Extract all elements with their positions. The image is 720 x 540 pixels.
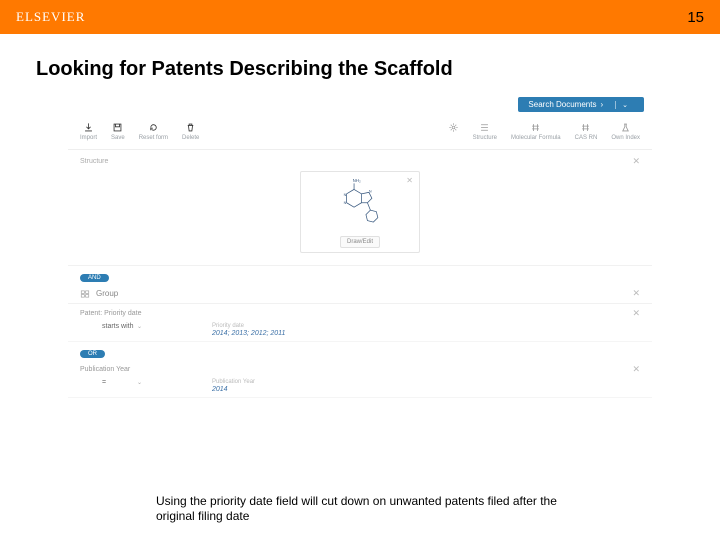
close-icon[interactable]: ✕ — [632, 364, 640, 375]
svg-text:N: N — [344, 201, 347, 205]
reset-form-button[interactable]: Reset form — [139, 122, 168, 141]
orange-topbar: ELSEVIER 15 — [0, 0, 720, 34]
structure-panel-label: Structure — [80, 158, 108, 165]
app-screenshot: Search Documents › ⌄ Import Save Reset f… — [68, 91, 652, 398]
field-label: Publication Year — [212, 379, 255, 385]
chevron-down-icon: ⌄ — [137, 379, 142, 386]
priority-date-title: Patent: Priority date — [80, 310, 141, 317]
brand-text: ELSEVIER — [16, 9, 85, 25]
gear-button[interactable] — [448, 122, 459, 141]
delete-button[interactable]: Delete — [182, 122, 199, 141]
structure-panel: Structure ✕ ✕ NH₂ N N N — [68, 150, 652, 266]
publication-year-filter: Publication Year ✕ = ⌄ Publication Year … — [68, 360, 652, 398]
search-documents-button[interactable]: Search Documents › ⌄ — [518, 97, 644, 112]
reset-label: Reset form — [139, 135, 168, 141]
close-icon[interactable]: ✕ — [632, 288, 640, 299]
trash-icon — [185, 122, 196, 133]
group-icon — [80, 289, 90, 299]
svg-text:N: N — [369, 189, 372, 193]
chevron-right-icon: › — [600, 100, 603, 109]
save-label: Save — [111, 135, 125, 141]
structure-icon — [479, 122, 490, 133]
page-number: 15 — [687, 9, 704, 26]
field-value: 2014; 2013; 2012; 2011 — [212, 330, 285, 337]
priority-date-input[interactable]: Priority date 2014; 2013; 2012; 2011 — [212, 323, 285, 337]
save-icon — [112, 122, 123, 133]
close-icon[interactable]: ✕ — [632, 156, 640, 167]
save-button[interactable]: Save — [111, 122, 125, 141]
casrn-button[interactable]: CAS RN — [575, 122, 598, 141]
gear-icon — [448, 122, 459, 133]
close-icon[interactable]: ✕ — [406, 176, 413, 185]
logic-and-pill[interactable]: AND — [80, 274, 109, 282]
caption-text: Using the priority date field will cut d… — [156, 494, 566, 524]
flask-icon — [620, 122, 631, 133]
field-label: Priority date — [212, 323, 285, 329]
publication-year-title: Publication Year — [80, 366, 130, 373]
import-label: Import — [80, 135, 97, 141]
operator-select[interactable]: = ⌄ — [102, 379, 172, 386]
molformula-button[interactable]: Molecular Formula — [511, 122, 561, 141]
molformula-label: Molecular Formula — [511, 135, 561, 141]
structure-menu-label: Structure — [473, 135, 497, 141]
publication-year-input[interactable]: Publication Year 2014 — [212, 379, 255, 393]
app-header: Search Documents › ⌄ — [68, 91, 652, 118]
draw-edit-button[interactable]: Draw/Edit — [340, 236, 380, 248]
import-button[interactable]: Import — [80, 122, 97, 141]
slide-title: Looking for Patents Describing the Scaff… — [0, 34, 720, 91]
priority-date-filter: Patent: Priority date ✕ starts with ⌄ Pr… — [68, 304, 652, 342]
operator-value: starts with — [102, 323, 134, 330]
logic-or-pill[interactable]: OR — [80, 350, 105, 358]
molecule-icon: NH₂ N N N — [330, 176, 390, 228]
import-icon — [83, 122, 94, 133]
group-label: Group — [96, 289, 118, 298]
group-header: Group ✕ — [68, 284, 652, 304]
delete-label: Delete — [182, 135, 199, 141]
operator-value: = — [102, 379, 106, 386]
field-value: 2014 — [212, 386, 255, 393]
structure-menu-button[interactable]: Structure — [473, 122, 497, 141]
close-icon[interactable]: ✕ — [632, 308, 640, 319]
operator-select[interactable]: starts with ⌄ — [102, 323, 172, 330]
chevron-down-icon: ⌄ — [137, 323, 142, 330]
reset-icon — [148, 122, 159, 133]
svg-text:N: N — [344, 193, 347, 197]
ownindex-label: Own Index — [611, 135, 640, 141]
hash-icon — [580, 122, 591, 133]
search-documents-label: Search Documents — [528, 100, 596, 109]
structure-editor[interactable]: ✕ NH₂ N N N Draw/Edit — [300, 171, 420, 253]
casrn-label: CAS RN — [575, 135, 598, 141]
ownindex-button[interactable]: Own Index — [611, 122, 640, 141]
chevron-down-icon[interactable]: ⌄ — [615, 101, 628, 109]
svg-text:NH₂: NH₂ — [353, 178, 361, 183]
toolbar: Import Save Reset form Delete Str — [68, 118, 652, 150]
hash-icon — [530, 122, 541, 133]
